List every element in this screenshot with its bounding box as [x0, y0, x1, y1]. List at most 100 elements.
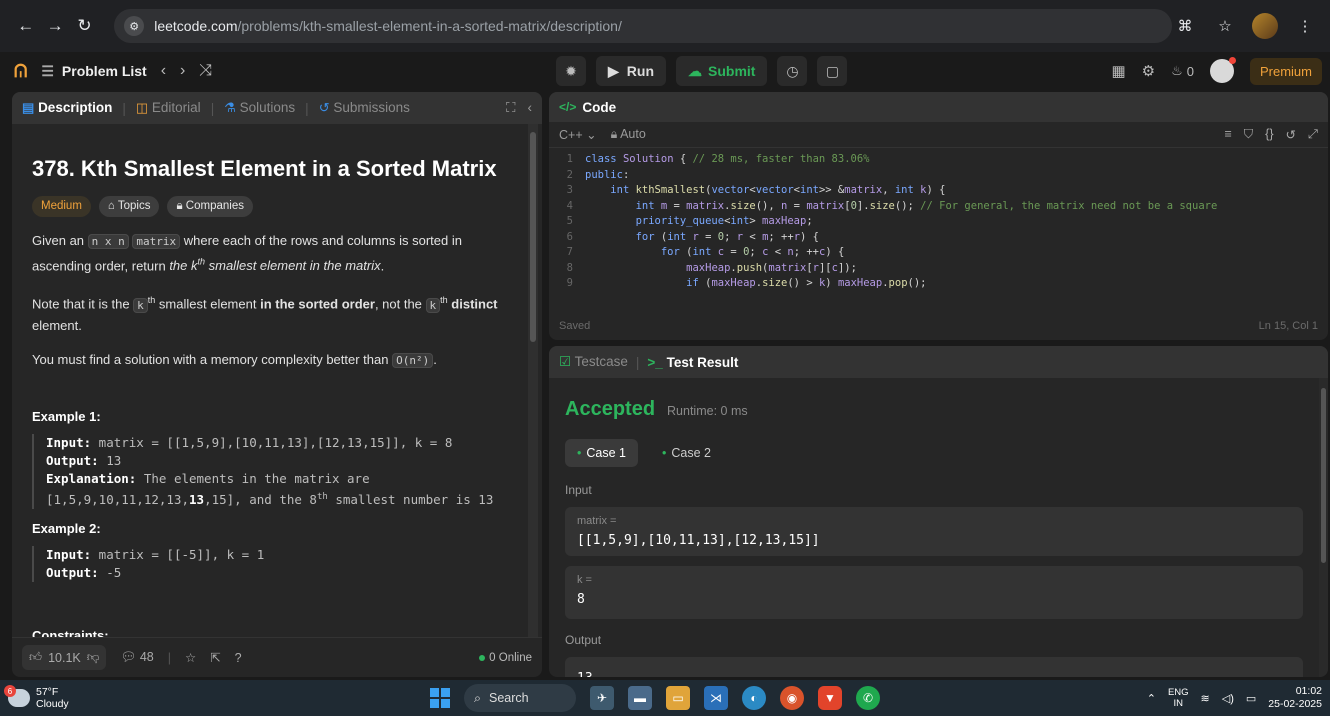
case-2-tab[interactable]: • Case 2 — [650, 439, 723, 467]
description-scrollbar[interactable] — [528, 124, 538, 637]
bookmark-icon[interactable]: ⛉ — [1244, 127, 1253, 142]
file-explorer-icon[interactable]: ▭ — [666, 686, 690, 710]
share-icon[interactable]: ⇱ — [210, 650, 220, 665]
history-icon: ↺ — [318, 100, 330, 115]
label: Input: — [46, 546, 92, 562]
prev-problem-icon[interactable]: ‹ — [161, 62, 166, 80]
thumbs-up-icon: 👍︎ — [29, 650, 43, 664]
inline-code: k — [133, 297, 148, 313]
address-bar[interactable]: ⚙ leetcode.com/problems/kth-smallest-ele… — [114, 9, 1172, 43]
like-button[interactable]: 👍︎ 10.1K 👎︎ — [22, 645, 107, 670]
scrollbar-thumb[interactable] — [1321, 388, 1326, 563]
companies-badge[interactable]: 🔒︎ Companies — [167, 196, 253, 217]
brave-icon[interactable]: ▼ — [818, 686, 842, 710]
help-icon[interactable]: ? — [235, 651, 242, 665]
apps-grid-icon[interactable]: ▦ — [1111, 62, 1125, 80]
maximize-icon[interactable]: ⛶ — [506, 100, 515, 116]
topics-label: Topics — [117, 200, 151, 212]
clock[interactable]: 01:02 25-02-2025 — [1268, 685, 1322, 711]
memory-constraint: You must find a solution with a memory c… — [32, 350, 507, 371]
topics-badge[interactable]: ⌂ Topics — [98, 196, 160, 217]
tab-test-result[interactable]: >_ Test Result — [647, 355, 738, 370]
tab-editorial[interactable]: ◫ Editorial — [136, 100, 201, 116]
mode-label: Auto — [620, 127, 646, 141]
premium-button[interactable]: Premium — [1249, 57, 1322, 85]
reload-icon[interactable]: ↻ — [71, 12, 98, 40]
browser-toolbar: ← → ↻ ⚙ leetcode.com/problems/kth-smalle… — [0, 0, 1330, 52]
timer-icon[interactable]: ◷ — [777, 56, 808, 86]
code-text: priority_queue<int> maxHeap; — [635, 215, 813, 227]
chrome-icon[interactable]: ◉ — [780, 686, 804, 710]
debug-icon[interactable]: ✹ — [556, 56, 586, 86]
notes-icon[interactable]: ▢ — [817, 56, 848, 86]
bookmark-star-icon[interactable]: ☆ — [1212, 13, 1238, 39]
inline-code: matrix — [132, 234, 181, 249]
code-line[interactable]: 4 int m = matrix.size(), n = matrix[0].s… — [549, 199, 1328, 215]
code-line[interactable]: 1 class Solution { // 28 ms, faster than … — [549, 152, 1328, 168]
flask-icon: ⚗ — [224, 100, 236, 115]
battery-icon[interactable]: ▭ — [1246, 692, 1256, 705]
tab-solutions[interactable]: ⚗ Solutions — [224, 100, 295, 116]
result-scrollbar[interactable] — [1319, 378, 1328, 677]
code-line[interactable]: 2 public: — [549, 168, 1328, 184]
windows-start-icon[interactable] — [430, 688, 450, 708]
site-settings-icon[interactable]: ⚙ — [124, 16, 145, 36]
vscode-icon[interactable]: ⋊ — [704, 686, 728, 710]
chevron-up-icon[interactable]: ⌃ — [1147, 692, 1156, 705]
back-icon[interactable]: ← — [12, 12, 39, 40]
code-line[interactable]: 5 priority_queue<int> maxHeap; — [549, 214, 1328, 230]
comments-button[interactable]: 💬︎ 48 — [120, 650, 153, 665]
code-line[interactable]: 7 for (int c = 0; c < n; ++c) { — [549, 245, 1328, 261]
thumbs-down-icon[interactable]: 👎︎ — [87, 650, 100, 665]
task-view-icon[interactable]: ▬ — [628, 686, 652, 710]
translate-icon[interactable]: ⌘ — [1172, 13, 1198, 39]
next-problem-icon[interactable]: › — [180, 62, 185, 80]
settings-gear-icon[interactable]: ⚙ — [1142, 62, 1155, 80]
tag-icon: ⌂ — [107, 200, 115, 212]
browser-menu-icon[interactable]: ⋮ — [1292, 13, 1318, 39]
tab-description[interactable]: ▤ Description — [22, 100, 112, 116]
wifi-icon[interactable]: ≋ — [1201, 692, 1210, 705]
code-header: </> Code — [549, 92, 1328, 122]
format-icon[interactable]: ≡ — [1224, 127, 1231, 142]
run-button[interactable]: ▶ Run — [596, 56, 666, 86]
text: smallest element — [155, 296, 261, 312]
photo-app-icon[interactable]: ✈ — [590, 686, 614, 710]
shuffle-icon[interactable]: ⤨ — [199, 62, 212, 80]
code-line[interactable]: 3 int kthSmallest(vector<vector<int>> &m… — [549, 183, 1328, 199]
collapse-panel-icon[interactable]: ‹ — [528, 100, 533, 116]
tab-testcase[interactable]: ☑ Testcase — [559, 354, 628, 370]
forward-icon[interactable]: → — [41, 12, 68, 40]
weather-widget[interactable]: 6 57°F Cloudy — [0, 685, 410, 710]
volume-icon[interactable]: ◁) — [1222, 692, 1234, 705]
taskbar-search[interactable]: ⌕ Search — [464, 684, 576, 712]
language-indicator[interactable]: ENG IN — [1168, 687, 1189, 709]
case-1-tab[interactable]: • Case 1 — [565, 439, 638, 467]
search-icon: ⌕ — [474, 690, 482, 705]
profile-avatar[interactable] — [1252, 13, 1278, 39]
expand-icon[interactable]: ⤢ — [1308, 127, 1318, 142]
favorite-star-icon[interactable]: ☆ — [185, 650, 196, 665]
streak-counter[interactable]: ♨ 0 — [1171, 63, 1194, 79]
scrollbar-thumb[interactable] — [530, 132, 536, 342]
terminal-icon: >_ — [647, 354, 663, 370]
user-avatar[interactable] — [1209, 57, 1236, 83]
whatsapp-icon[interactable]: ✆ — [856, 686, 880, 710]
submit-button[interactable]: ☁ Submit — [676, 56, 768, 86]
language-select[interactable]: C++ ⌄ — [559, 127, 597, 142]
superscript: th — [197, 257, 206, 267]
code-lines[interactable]: 1 class Solution { // 28 ms, faster than … — [549, 148, 1328, 292]
text: Given an — [32, 233, 88, 248]
problem-list-button[interactable]: ☰ Problem List — [41, 63, 146, 80]
tab-submissions[interactable]: ↺ Submissions — [319, 100, 410, 116]
time: 01:02 — [1295, 685, 1322, 697]
code-line[interactable]: 8 maxHeap.push(matrix[r][c]); — [549, 261, 1328, 277]
auto-mode[interactable]: 🔒︎ Auto — [611, 127, 646, 142]
edge-icon[interactable]: ◐ — [742, 686, 766, 710]
reset-icon[interactable]: ↺ — [1286, 127, 1296, 142]
braces-icon[interactable]: {} — [1265, 127, 1273, 142]
lang-2: IN — [1173, 698, 1183, 709]
leetcode-logo[interactable]: ᕬ — [14, 61, 27, 82]
code-line[interactable]: 9 if (maxHeap.size() > k) maxHeap.pop(); — [549, 276, 1328, 292]
code-line[interactable]: 6 for (int r = 0; r < m; ++r) { — [549, 230, 1328, 246]
